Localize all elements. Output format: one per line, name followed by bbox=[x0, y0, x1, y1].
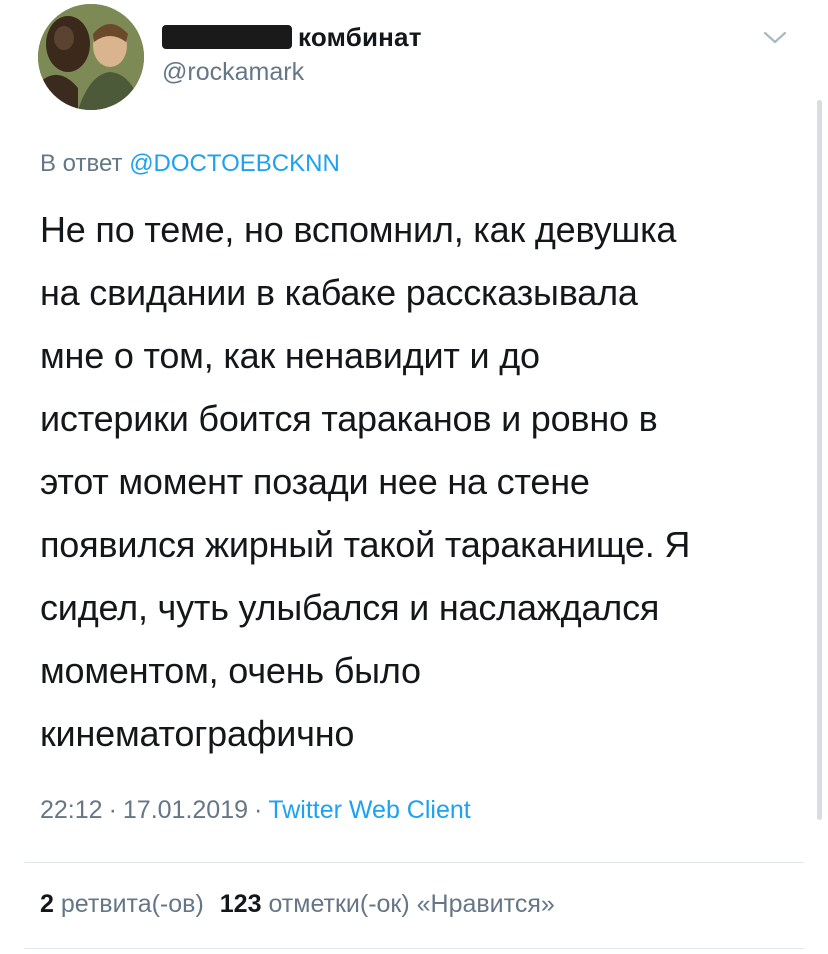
meta-separator: · bbox=[108, 796, 117, 824]
tweet-meta: 22:12 · 17.01.2019 · Twitter Web Client bbox=[40, 796, 471, 825]
tweet-date[interactable]: 17.01.2019 bbox=[123, 796, 248, 824]
tweet-time[interactable]: 22:12 bbox=[40, 796, 103, 824]
likes-stat[interactable]: 123 отметки(-ок) «Нравится» bbox=[220, 890, 555, 918]
divider bbox=[24, 948, 804, 949]
retweets-stat[interactable]: 2 ретвита(-ов) bbox=[40, 890, 204, 918]
avatar-photo bbox=[38, 4, 144, 110]
likes-count: 123 bbox=[219, 890, 262, 918]
author-name-row[interactable]: комбинат bbox=[162, 20, 422, 54]
redacted-name-part bbox=[162, 25, 292, 49]
chevron-down-icon[interactable] bbox=[762, 28, 788, 46]
tweet-text: Не по теме, но вспомнил, как девушка на … bbox=[40, 209, 691, 754]
scrollbar[interactable] bbox=[817, 100, 822, 820]
reply-mention-link[interactable]: @DOCTOEBCKNN bbox=[129, 150, 340, 177]
avatar[interactable] bbox=[38, 4, 144, 110]
reply-context: В ответ @DOCTOEBCKNN bbox=[40, 150, 340, 178]
tweet-detail: комбинат @rockamark В ответ @DOCTOEBCKNN… bbox=[0, 0, 828, 954]
likes-label: отметки(-ок) «Нравится» bbox=[268, 890, 555, 918]
client-link[interactable]: Twitter Web Client bbox=[268, 796, 470, 824]
reply-prefix: В ответ bbox=[40, 150, 130, 177]
user-handle[interactable]: @rockamark bbox=[162, 58, 304, 87]
divider bbox=[24, 862, 804, 863]
display-name[interactable]: комбинат bbox=[298, 22, 422, 53]
retweets-label: ретвита(-ов) bbox=[60, 890, 204, 918]
retweets-count: 2 bbox=[40, 890, 54, 918]
meta-separator: · bbox=[254, 796, 263, 824]
tweet-stats: 2 ретвита(-ов) 123 отметки(-ок) «Нравится… bbox=[40, 890, 555, 919]
